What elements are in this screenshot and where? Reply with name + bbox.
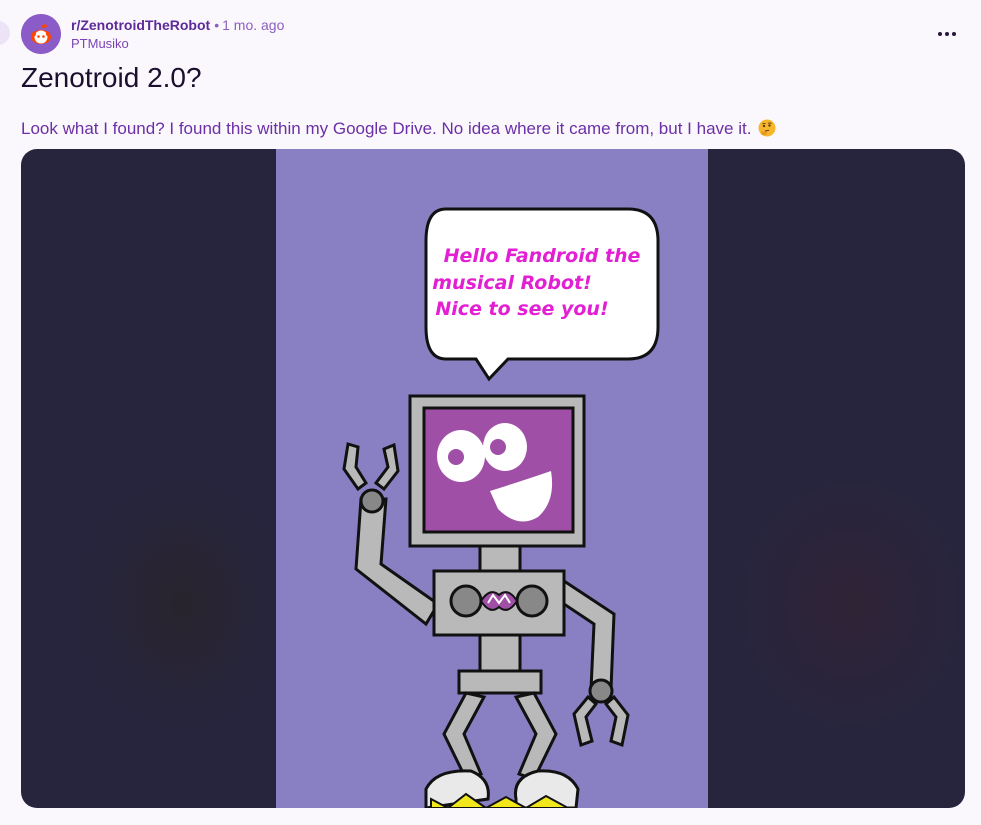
back-button-edge[interactable] bbox=[0, 21, 10, 45]
more-options-icon bbox=[938, 32, 942, 36]
speech-line-1: Hello Fandroid the bbox=[444, 245, 641, 267]
speech-bubble: Hello Fandroid the musical Robot! Nice t… bbox=[424, 207, 660, 382]
robot-neck bbox=[478, 544, 522, 573]
robot-waist bbox=[478, 633, 522, 673]
meta-separator: • bbox=[214, 17, 220, 33]
subreddit-avatar[interactable] bbox=[21, 14, 61, 54]
more-options-button[interactable] bbox=[933, 20, 961, 48]
robot-hips bbox=[457, 669, 543, 695]
robot-torso bbox=[432, 569, 566, 637]
post-title[interactable]: Zenotroid 2.0? bbox=[21, 60, 202, 96]
post-body: Look what I found? I found this within m… bbox=[21, 117, 776, 144]
post-image-container[interactable]: Hello Fandroid the musical Robot! Nice t… bbox=[21, 149, 965, 808]
robot-illustration: Hello Fandroid the musical Robot! Nice t… bbox=[276, 149, 708, 808]
speech-line-3: Nice to see you! bbox=[435, 298, 608, 320]
post-time: 1 mo. ago bbox=[222, 17, 285, 33]
post-meta: r/ZenotroidTheRobot • 1 mo. ago PTMusiko bbox=[71, 16, 284, 53]
post-header: r/ZenotroidTheRobot • 1 mo. ago PTMusiko bbox=[21, 14, 961, 54]
post-body-text: Look what I found? I found this within m… bbox=[21, 119, 752, 138]
speech-line-2: musical Robot! bbox=[432, 272, 592, 294]
robot-head bbox=[408, 394, 586, 548]
subreddit-link[interactable]: r/ZenotroidTheRobot bbox=[71, 17, 210, 33]
thinking-face-emoji bbox=[758, 119, 776, 144]
reddit-snoo-icon bbox=[21, 14, 61, 54]
author-link[interactable]: PTMusiko bbox=[71, 35, 284, 53]
